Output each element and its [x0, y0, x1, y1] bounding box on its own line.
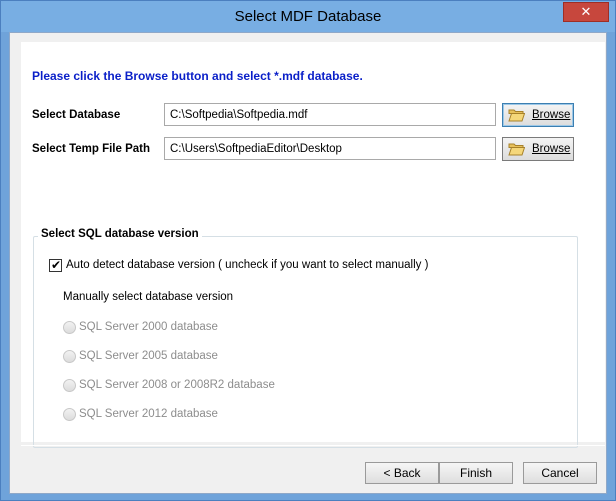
auto-detect-checkbox[interactable]: ✔ — [49, 259, 62, 272]
auto-detect-label: Auto detect database version ( uncheck i… — [66, 259, 429, 271]
content-panel: Please click the Browse button and selec… — [21, 42, 605, 448]
finish-button[interactable]: Finish — [439, 462, 513, 484]
browse-temp-path-label: Browse — [532, 143, 571, 155]
radio-label: SQL Server 2008 or 2008R2 database — [79, 379, 275, 391]
folder-open-icon — [508, 109, 525, 122]
back-button[interactable]: < Back — [365, 462, 439, 484]
title-bar[interactable]: Select MDF Database ✕ — [1, 1, 615, 32]
manual-select-label: Manually select database version — [63, 291, 234, 303]
browse-database-button[interactable]: Browse — [502, 103, 574, 127]
dialog-window: Select MDF Database ✕ Please click the B… — [0, 0, 616, 501]
window-title: Select MDF Database — [234, 8, 382, 25]
select-database-label: Select Database — [32, 109, 121, 121]
radio-button[interactable] — [63, 408, 76, 421]
radio-button[interactable] — [63, 379, 76, 392]
radio-button[interactable] — [63, 350, 76, 363]
close-icon: ✕ — [580, 4, 592, 19]
instruction-text: Please click the Browse button and selec… — [32, 69, 363, 83]
radio-button[interactable] — [63, 321, 76, 334]
close-button[interactable]: ✕ — [563, 2, 609, 22]
temp-path-label: Select Temp File Path — [32, 143, 151, 155]
browse-temp-path-button[interactable]: Browse — [502, 137, 574, 161]
footer-separator — [21, 445, 605, 446]
dialog-client-area: Please click the Browse button and selec… — [9, 32, 607, 494]
browse-database-label: Browse — [532, 109, 571, 121]
radio-label: SQL Server 2000 database — [79, 321, 218, 333]
cancel-button[interactable]: Cancel — [523, 462, 597, 484]
sql-version-group-title: Select SQL database version — [38, 228, 202, 240]
radio-label: SQL Server 2012 database — [79, 408, 218, 420]
folder-open-icon — [508, 143, 525, 156]
database-path-input[interactable] — [164, 103, 496, 126]
checkmark-icon: ✔ — [51, 258, 62, 272]
temp-path-input[interactable] — [164, 137, 496, 160]
radio-label: SQL Server 2005 database — [79, 350, 218, 362]
